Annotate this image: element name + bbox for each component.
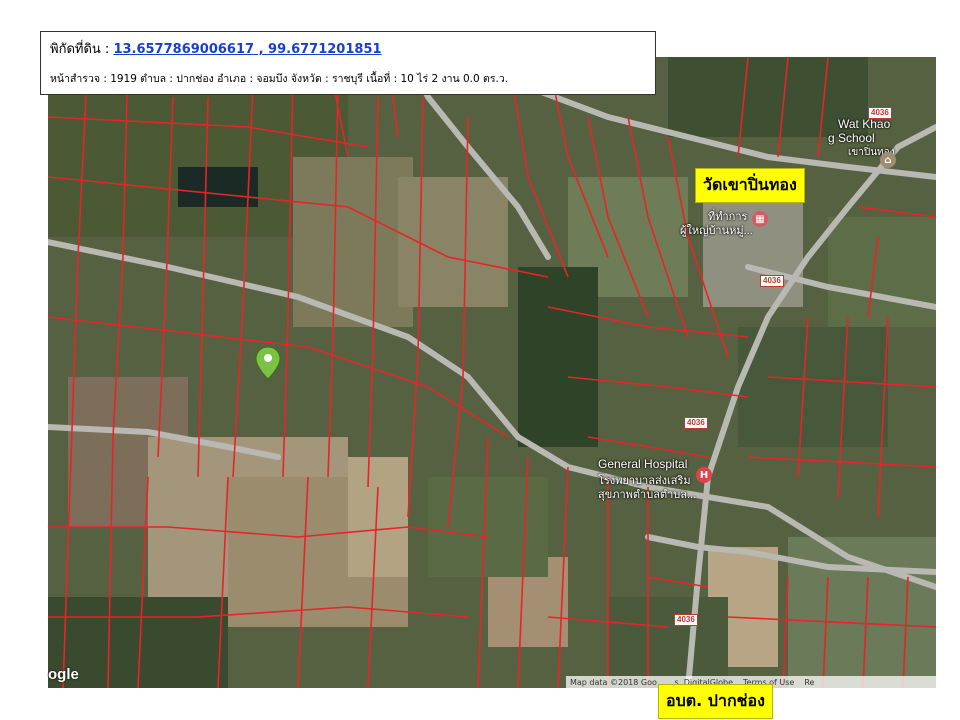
poi-village-head-2: ผู้ใหญ่บ้านหมู่... [680,225,753,237]
poi-hospital-thai-2: สุขภาพตำบลตำบล... [598,489,697,501]
attribution-map-data: Map data ©2018 Goo [570,677,657,687]
coordinate-label: พิกัดที่ดิน : [50,42,110,57]
poi-school-label-2: g School [828,131,875,145]
road-shield-4036-b: 4036 [760,275,784,287]
google-logo: ogle [48,666,79,683]
coordinate-line: พิกัดที่ดิน : 13.6577869006617 , 99.6771… [50,38,382,59]
survey-details: หน้าสำรวจ : 1919 ตำบล : ปากช่อง อำเภอ : … [50,73,509,85]
hospital-icon[interactable]: H [696,467,712,483]
parcel-info-box: พิกัดที่ดิน : 13.6577869006617 , 99.6771… [40,31,656,95]
road-shield-4036-d: 4036 [674,614,698,626]
school-icon[interactable]: ⌂ [880,152,896,168]
road-shield-4036-c: 4036 [684,417,708,429]
coordinate-link[interactable]: 13.6577869006617 , 99.6771201851 [113,42,381,57]
map-graphics [48,57,936,688]
government-building-icon[interactable]: ▦ [752,211,768,227]
temple-label: วัดเขาปิ่นทอง [695,168,805,203]
road-shield-4036-a: 4036 [868,107,892,119]
satellite-map[interactable]: Wat Khao g School เขาปิ่นทอง ⌂ ที่ทำการ … [48,57,936,688]
poi-hospital-label: General Hospital [598,457,688,471]
report-link[interactable]: Re [804,678,814,687]
sao-office-label: อบต. ปากช่อง [658,684,773,719]
poi-school-label: Wat Khao [838,117,891,131]
